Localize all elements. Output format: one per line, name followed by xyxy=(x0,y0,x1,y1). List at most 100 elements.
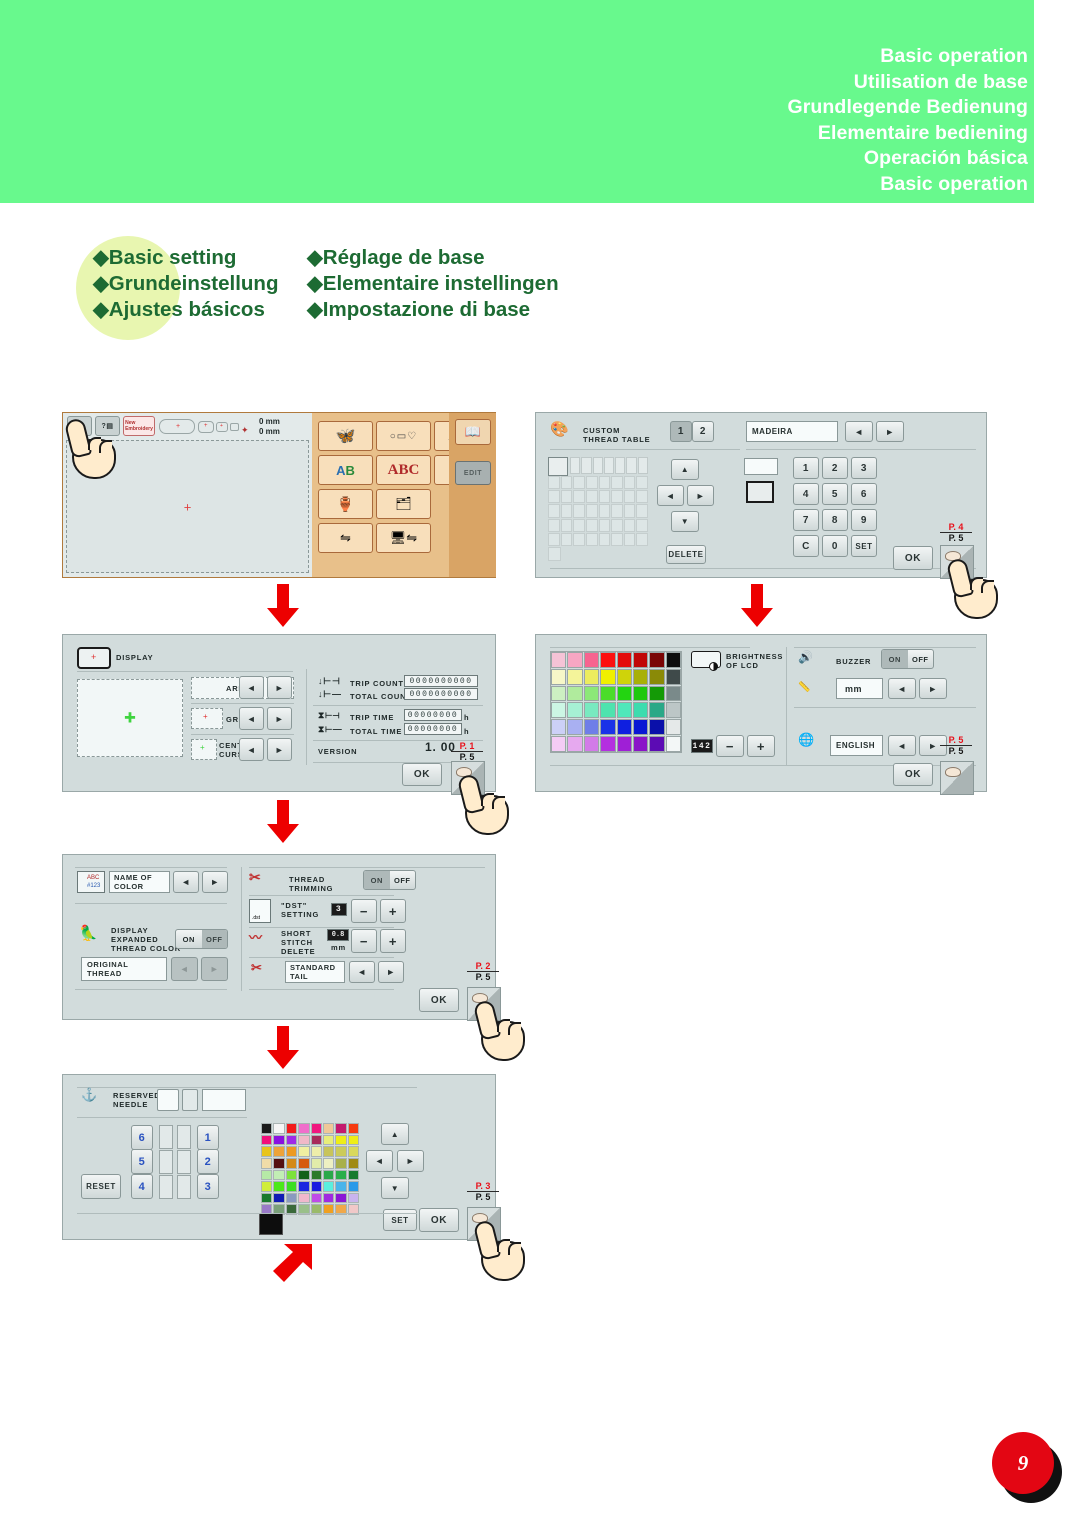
menu-card[interactable]: 🗂 xyxy=(376,489,431,519)
needle-color-swatch[interactable] xyxy=(310,1134,322,1146)
display-expanded-off[interactable]: OFF xyxy=(201,930,227,948)
center-cursor-next-button[interactable] xyxy=(267,738,292,761)
lcd-color-swatch[interactable] xyxy=(649,668,665,685)
menu-alphabet-frame[interactable]: AB xyxy=(318,455,373,485)
original-thread-next-button[interactable] xyxy=(201,957,228,981)
thread-number-field[interactable] xyxy=(744,458,778,475)
lcd-color-swatch[interactable] xyxy=(616,719,632,736)
needle-color-swatch[interactable] xyxy=(273,1169,285,1181)
screen-display-settings[interactable]: + DISPLAY ✚ AREA + GRID + CENTER CURSOR … xyxy=(62,634,509,835)
keypad-0[interactable]: 0 xyxy=(822,535,848,557)
name-of-color-prev-button[interactable] xyxy=(173,871,199,893)
hoop-small-icon[interactable]: + xyxy=(216,422,228,432)
needle-color-swatch[interactable] xyxy=(273,1146,285,1157)
keypad-3[interactable]: 3 xyxy=(851,457,877,479)
lcd-color-swatch[interactable] xyxy=(567,719,583,736)
lcd-color-swatch[interactable] xyxy=(567,736,583,752)
keypad-2[interactable]: 2 xyxy=(822,457,848,479)
lcd-color-swatch[interactable] xyxy=(600,652,616,668)
needle-color-swatch[interactable] xyxy=(322,1157,335,1169)
lcd-color-swatch[interactable] xyxy=(583,719,600,736)
lcd-color-swatch[interactable] xyxy=(632,668,649,685)
needle-color-swatch[interactable] xyxy=(285,1123,298,1134)
hoop-tiny-icon[interactable] xyxy=(230,423,239,431)
needle-color-swatch[interactable] xyxy=(335,1157,347,1169)
spool-slot[interactable] xyxy=(159,1150,173,1174)
pattern-position-icon[interactable]: ✦ xyxy=(241,420,254,435)
menu-frame-shapes[interactable]: ○▭♡ xyxy=(376,421,431,451)
next-page-fold-button[interactable] xyxy=(467,1207,501,1241)
standard-tail-prev-button[interactable] xyxy=(349,961,375,983)
name-of-color-next-button[interactable] xyxy=(202,871,228,893)
swatch-selected[interactable] xyxy=(548,457,568,476)
swatch-last[interactable] xyxy=(548,547,561,561)
needle-color-swatch[interactable] xyxy=(347,1123,359,1134)
lcd-color-swatch[interactable] xyxy=(551,702,567,719)
reset-button[interactable]: RESET xyxy=(81,1174,121,1199)
brand-prev-button[interactable] xyxy=(845,421,873,442)
needle-color-swatch[interactable] xyxy=(347,1169,359,1181)
needle-color-swatch[interactable] xyxy=(298,1181,310,1192)
lcd-color-swatch[interactable] xyxy=(583,685,600,702)
needle-color-swatch[interactable] xyxy=(310,1146,322,1157)
lcd-color-swatch[interactable] xyxy=(649,702,665,719)
edit-button[interactable]: EDIT xyxy=(455,461,491,485)
needle-color-swatch[interactable] xyxy=(273,1123,285,1134)
unit-field[interactable]: mm xyxy=(836,678,883,699)
thread-swatch-grid[interactable] xyxy=(548,457,648,562)
hoop-selector-group[interactable]: + + + ✦ xyxy=(159,418,255,435)
lcd-color-swatch[interactable] xyxy=(551,668,567,685)
machine-help-button[interactable]: ?▤ xyxy=(95,416,120,436)
needle-color-swatch[interactable] xyxy=(298,1146,310,1157)
spool-slot[interactable] xyxy=(177,1125,191,1149)
needle-color-swatch[interactable] xyxy=(310,1181,322,1192)
needle-color-swatch[interactable] xyxy=(335,1123,347,1134)
ok-button[interactable]: OK xyxy=(893,546,933,570)
needle-color-swatch[interactable] xyxy=(285,1146,298,1157)
needle-color-swatch[interactable] xyxy=(261,1192,273,1204)
needle-color-swatch[interactable] xyxy=(347,1157,359,1169)
ok-button[interactable]: OK xyxy=(402,763,442,786)
palette-right-button[interactable] xyxy=(397,1150,424,1172)
needle-color-swatch[interactable] xyxy=(273,1181,285,1192)
thread-brand-field[interactable]: MADEIRA xyxy=(746,421,838,442)
needle-color-swatch[interactable] xyxy=(298,1157,310,1169)
needle-color-swatch[interactable] xyxy=(261,1181,273,1192)
lcd-color-swatch[interactable] xyxy=(616,668,632,685)
keypad-5[interactable]: 5 xyxy=(822,483,848,505)
needle-button-3[interactable]: 3 xyxy=(197,1174,219,1199)
needle-color-swatch[interactable] xyxy=(273,1192,285,1204)
short-stitch-minus-button[interactable]: − xyxy=(351,929,377,953)
next-page-fold-button[interactable] xyxy=(451,761,485,795)
lcd-color-swatch[interactable] xyxy=(616,702,632,719)
menu-usb[interactable]: ⇋ xyxy=(318,523,373,553)
palette-up-button[interactable] xyxy=(381,1123,409,1145)
lcd-color-swatch[interactable] xyxy=(665,736,681,752)
lcd-color-swatch[interactable] xyxy=(600,719,616,736)
needle-color-swatch[interactable] xyxy=(261,1123,273,1134)
display-expanded-toggle[interactable]: ON OFF xyxy=(175,929,228,949)
next-page-fold-button[interactable] xyxy=(467,987,501,1021)
thread-table-tab-1[interactable]: 1 xyxy=(670,421,692,442)
brand-next-button[interactable] xyxy=(876,421,904,442)
original-thread-field[interactable]: ORIGINAL THREAD xyxy=(81,957,167,981)
buzzer-off[interactable]: OFF xyxy=(908,650,934,668)
lcd-color-swatch[interactable] xyxy=(583,736,600,752)
needle-button-1[interactable]: 1 xyxy=(197,1125,219,1150)
screen-home[interactable]: ▤ ?▤ New Embroidery + + + ✦ 0 mm 0 mm + xyxy=(62,412,496,578)
keypad-1[interactable]: 1 xyxy=(793,457,819,479)
lcd-color-swatch[interactable] xyxy=(649,736,665,752)
unit-prev-button[interactable] xyxy=(888,678,916,699)
keypad-clear[interactable]: C xyxy=(793,535,819,557)
needle-color-swatch[interactable] xyxy=(298,1134,310,1146)
needle-color-swatch[interactable] xyxy=(261,1169,273,1181)
needle-button-2[interactable]: 2 xyxy=(197,1149,219,1174)
standard-tail-next-button[interactable] xyxy=(378,961,404,983)
unit-next-button[interactable] xyxy=(919,678,947,699)
lcd-color-swatch[interactable] xyxy=(665,668,681,685)
palette-down-button[interactable] xyxy=(381,1177,409,1199)
needle-color-swatch[interactable] xyxy=(298,1192,310,1204)
needle-color-swatch[interactable] xyxy=(322,1123,335,1134)
needle-color-swatch[interactable] xyxy=(335,1169,347,1181)
spool-slot[interactable] xyxy=(159,1175,173,1199)
